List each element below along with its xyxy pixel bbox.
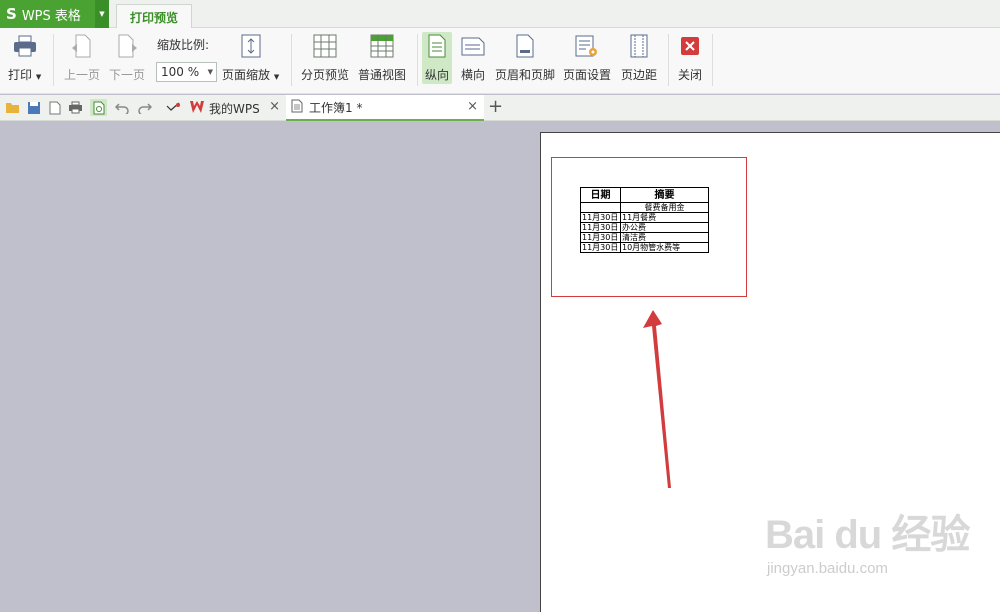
baidu-watermark: Bai du 经验 jingyan.baidu.com [765, 502, 970, 577]
tab-close-icon[interactable]: × [467, 99, 478, 114]
app-name: WPS 表格 [21, 8, 81, 24]
table-row: 11月30日 11月餐费 [580, 212, 709, 223]
wps-app-menu-button[interactable]: S WPS 表格 [0, 0, 95, 28]
zoom-ratio-select[interactable]: 100 % ▼ [156, 62, 217, 82]
page-setup-button[interactable]: 页面设置 [563, 34, 611, 83]
table-cell: 清洁费 [620, 232, 709, 243]
print-dropdown-icon: ▼ [35, 73, 42, 81]
prev-page-label: 上一页 [64, 68, 101, 82]
app-menu-dropdown-icon[interactable]: ▼ [95, 0, 109, 28]
print-icon[interactable] [67, 99, 84, 116]
page-setup-label: 页面设置 [563, 68, 612, 82]
page-zoom-button[interactable]: 页面缩放 ▼ [222, 34, 279, 83]
open-folder-icon[interactable] [4, 99, 21, 116]
next-page-button[interactable]: 下一页 [109, 34, 145, 83]
header-footer-icon [513, 34, 537, 58]
tab-workbook1-label: 工作簿1 * [309, 100, 363, 115]
prev-page-button[interactable]: 上一页 [64, 34, 100, 83]
landscape-page-icon [461, 34, 485, 58]
chevron-down-icon: ▼ [207, 68, 213, 76]
table-cell [580, 202, 621, 213]
page-margins-icon [627, 34, 651, 58]
page-setup-icon [575, 34, 599, 58]
tab-my-wps[interactable]: 我的WPS × [186, 95, 286, 121]
redo-icon[interactable] [136, 99, 153, 116]
table-cell: 11月30日 [580, 212, 621, 223]
ribbon-separator [291, 34, 292, 86]
margins-label: 页边距 [621, 68, 658, 82]
table-cell: 办公费 [620, 222, 709, 233]
zoom-ratio-value: 100 % [161, 65, 200, 79]
page-break-preview-button[interactable]: 分页预览 [301, 34, 349, 83]
new-tab-plus-icon[interactable]: + [488, 96, 503, 117]
margins-button[interactable]: 页边距 [621, 34, 657, 83]
table-row: 11月30日 10月物管水费等 [580, 242, 709, 253]
table-cell: 10月物管水费等 [620, 242, 709, 253]
print-preview-icon[interactable] [90, 99, 107, 116]
page-break-preview-label: 分页预览 [301, 68, 350, 82]
watermark-brand: Bai du 经验 [765, 513, 970, 557]
portrait-page-icon [425, 34, 449, 58]
page-zoom-label: 页面缩放 [222, 68, 271, 82]
table-row: 11月30日 清洁费 [580, 232, 709, 243]
next-page-label: 下一页 [109, 68, 146, 82]
prev-page-icon [70, 34, 94, 58]
preview-table: 日期 摘要 餐费备用金 11月30日 11月餐费 11月30日 办公费 11月3… [580, 187, 709, 253]
portrait-button[interactable]: 纵向 [422, 32, 453, 84]
printer-icon [13, 34, 37, 58]
landscape-button[interactable]: 横向 [461, 34, 485, 83]
quick-access-tab-bar: 我的WPS × 工作簿1 * × + [0, 95, 1000, 121]
page-zoom-dropdown-icon: ▼ [273, 73, 280, 81]
column-header-date: 日期 [580, 187, 621, 203]
tab-print-preview[interactable]: 打印预览 [116, 4, 192, 29]
normal-view-button[interactable]: 普通视图 [358, 34, 406, 83]
zoom-ratio-label: 缩放比例: [157, 38, 210, 52]
ribbon-separator [53, 34, 54, 86]
print-button[interactable]: 打印 ▼ [8, 34, 41, 83]
export-pdf-icon[interactable] [46, 99, 63, 116]
tab-workbook1[interactable]: 工作簿1 * × [286, 95, 484, 121]
header-footer-label: 页眉和页脚 [495, 68, 556, 82]
table-cell: 11月30日 [580, 242, 621, 253]
table-header-row: 日期 摘要 [580, 187, 709, 203]
ribbon-separator [712, 34, 713, 86]
wps-logo-icon: S [6, 5, 17, 23]
landscape-label: 横向 [461, 68, 486, 82]
print-label: 打印 [8, 68, 33, 82]
table-row: 餐费备用金 [580, 202, 709, 213]
table-cell: 11月餐费 [620, 212, 709, 223]
normal-view-icon [370, 34, 394, 58]
table-cell: 11月30日 [580, 232, 621, 243]
close-icon [678, 34, 702, 58]
tab-my-wps-label: 我的WPS [209, 101, 260, 116]
customize-toolbar-icon[interactable] [164, 99, 181, 116]
close-preview-button[interactable]: 关闭 [678, 34, 702, 83]
undo-icon[interactable] [113, 99, 130, 116]
table-row: 11月30日 办公费 [580, 222, 709, 233]
watermark-url: jingyan.baidu.com [767, 560, 888, 577]
normal-view-label: 普通视图 [358, 68, 407, 82]
tab-close-icon[interactable]: × [269, 99, 280, 114]
close-label: 关闭 [678, 68, 703, 82]
ribbon-separator [668, 34, 669, 86]
portrait-label: 纵向 [425, 68, 450, 82]
column-header-summary: 摘要 [620, 187, 709, 203]
next-page-icon [115, 34, 139, 58]
ribbon-separator [417, 34, 418, 86]
spreadsheet-doc-icon [291, 99, 303, 116]
table-cell: 11月30日 [580, 222, 621, 233]
title-bar: S WPS 表格 ▼ 打印预览 [0, 0, 1000, 29]
header-footer-button[interactable]: 页眉和页脚 [495, 34, 555, 83]
table-cell: 餐费备用金 [620, 202, 709, 213]
wps-w-logo-icon [190, 100, 204, 116]
ribbon-toolbar: 打印 ▼ 上一页 下一页 缩放比例: 100 % ▼ 页面缩放 ▼ 分页预览 普… [0, 28, 1000, 94]
page-zoom-icon [239, 34, 263, 58]
save-icon[interactable] [25, 99, 42, 116]
page-break-preview-icon [313, 34, 337, 58]
